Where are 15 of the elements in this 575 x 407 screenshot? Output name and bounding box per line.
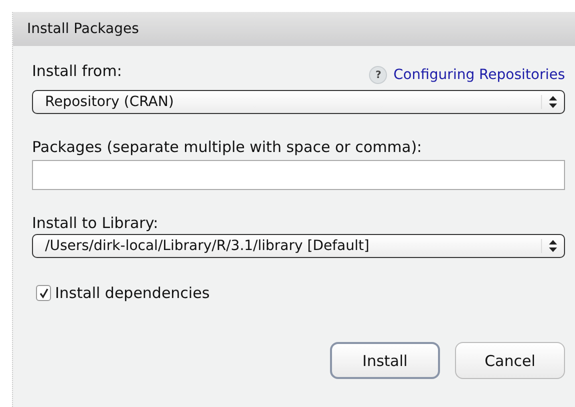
stepper-arrows-icon — [541, 95, 558, 109]
field-label: Install to Library: — [32, 214, 158, 232]
dialog-button[interactable]: Cancel — [455, 342, 565, 379]
checkbox-label: Install dependencies — [55, 284, 210, 302]
checkbox[interactable] — [36, 285, 51, 301]
dialog-button[interactable]: Install — [330, 342, 440, 379]
window-title: Install Packages — [27, 21, 139, 37]
help-link[interactable]: Configuring Repositories — [393, 67, 565, 83]
source-dropdown[interactable]: Repository (CRAN) — [32, 90, 565, 114]
stepper-arrows-icon — [541, 239, 558, 253]
field-label: Install from: — [32, 62, 122, 80]
field-label: Packages (separate multiple with space or comma): — [32, 138, 422, 156]
help-icon[interactable]: ? — [369, 66, 388, 84]
packages-input-field[interactable] — [32, 160, 565, 190]
library-dropdown[interactable]: /Users/dirk-local/Library/R/3.1/library [Default] — [32, 234, 565, 258]
